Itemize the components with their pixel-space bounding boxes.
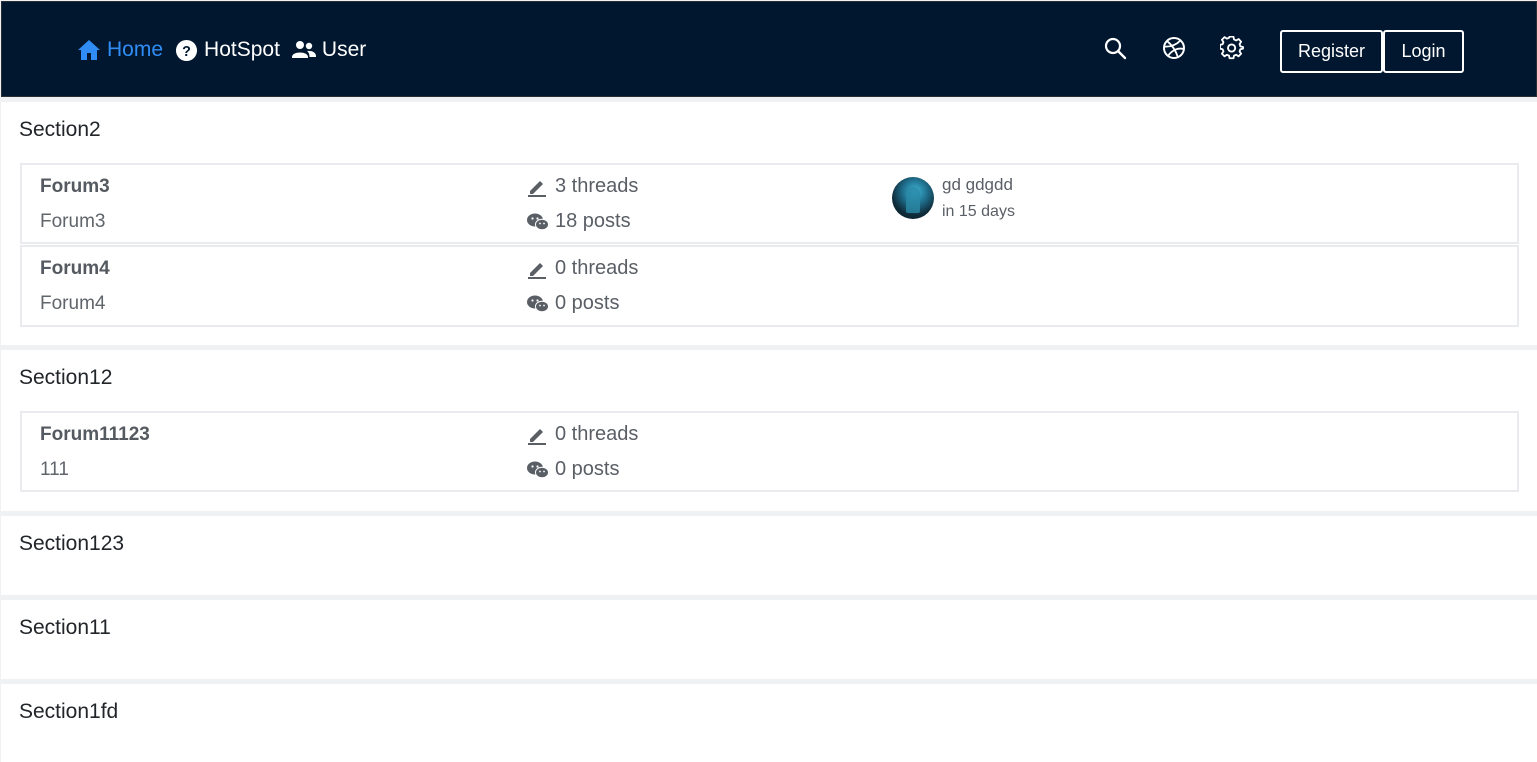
post-count: 18 posts bbox=[527, 210, 631, 233]
thread-count-label: 0 threads bbox=[555, 423, 639, 445]
thread-count: 0 threads bbox=[527, 257, 638, 280]
section-section2: Section2 Forum3 Forum3 3 threads 18 post… bbox=[1, 102, 1537, 345]
forum-name[interactable]: Forum11123 bbox=[40, 424, 150, 446]
wechat-icon bbox=[527, 212, 549, 232]
post-count-label: 0 posts bbox=[555, 292, 620, 314]
section-section1fd: Section1fd bbox=[1, 684, 1537, 762]
thread-count-label: 0 threads bbox=[555, 257, 639, 279]
section-title: Section123 bbox=[19, 532, 125, 555]
post-count-label: 18 posts bbox=[555, 210, 631, 232]
main-nav: Home ? HotSpot User bbox=[77, 2, 378, 98]
post-count: 0 posts bbox=[527, 458, 619, 481]
home-icon bbox=[77, 39, 101, 61]
section-section123: Section123 bbox=[1, 516, 1537, 595]
search-icon bbox=[1103, 36, 1127, 65]
login-button[interactable]: Login bbox=[1383, 30, 1464, 73]
nav-home-link[interactable]: Home bbox=[77, 38, 163, 62]
forum-row-forum4[interactable]: Forum4 Forum4 0 threads 0 posts bbox=[20, 245, 1519, 327]
pencil-icon bbox=[527, 259, 549, 279]
users-icon bbox=[291, 40, 316, 60]
forum-name[interactable]: Forum4 bbox=[40, 258, 110, 280]
forum-description: 111 bbox=[40, 459, 69, 480]
nav-hotspot-link[interactable]: ? HotSpot bbox=[175, 38, 280, 62]
section-title: Section12 bbox=[19, 366, 113, 389]
thread-count-label: 3 threads bbox=[555, 175, 639, 197]
section-section12: Section12 Forum11123 111 0 threads 0 pos… bbox=[1, 350, 1537, 511]
post-count: 0 posts bbox=[527, 292, 619, 315]
dribbble-button[interactable] bbox=[1161, 36, 1187, 65]
nav-user-label: User bbox=[321, 38, 367, 61]
forum-row-forum3[interactable]: Forum3 Forum3 3 threads 18 posts gd gdgd… bbox=[20, 163, 1519, 244]
gear-icon bbox=[1219, 35, 1244, 65]
last-post: gd gdgdd in 15 days bbox=[892, 175, 1015, 221]
nav-user-link[interactable]: User bbox=[291, 38, 367, 62]
dribbble-icon bbox=[1162, 36, 1186, 65]
svg-text:?: ? bbox=[182, 43, 191, 59]
forum-name[interactable]: Forum3 bbox=[40, 176, 110, 198]
pencil-icon bbox=[527, 177, 549, 197]
pencil-icon bbox=[527, 425, 549, 445]
thread-count: 3 threads bbox=[527, 175, 638, 198]
forum-description: Forum4 bbox=[40, 293, 106, 314]
forum-description: Forum3 bbox=[40, 211, 106, 232]
forum-row-forum11123[interactable]: Forum11123 111 0 threads 0 posts bbox=[20, 411, 1519, 492]
section-title: Section2 bbox=[19, 118, 101, 141]
register-button[interactable]: Register bbox=[1280, 30, 1383, 73]
search-button[interactable] bbox=[1102, 37, 1128, 63]
thread-count: 0 threads bbox=[527, 423, 638, 446]
question-circle-icon: ? bbox=[175, 39, 198, 62]
section-title: Section1fd bbox=[19, 700, 119, 723]
post-count-label: 0 posts bbox=[555, 458, 620, 480]
section-title: Section11 bbox=[19, 616, 111, 639]
last-post-user[interactable]: gd gdgdd bbox=[942, 175, 1015, 195]
nav-home-label: Home bbox=[107, 38, 164, 61]
section-section11: Section11 bbox=[1, 600, 1537, 679]
nav-hotspot-label: HotSpot bbox=[204, 38, 280, 61]
last-post-time: in 15 days bbox=[942, 203, 1015, 220]
settings-button[interactable] bbox=[1219, 35, 1245, 65]
wechat-icon bbox=[527, 294, 549, 314]
wechat-icon bbox=[527, 460, 549, 480]
top-navbar: Home ? HotSpot User Register Login bbox=[1, 1, 1537, 97]
avatar[interactable] bbox=[892, 177, 934, 219]
